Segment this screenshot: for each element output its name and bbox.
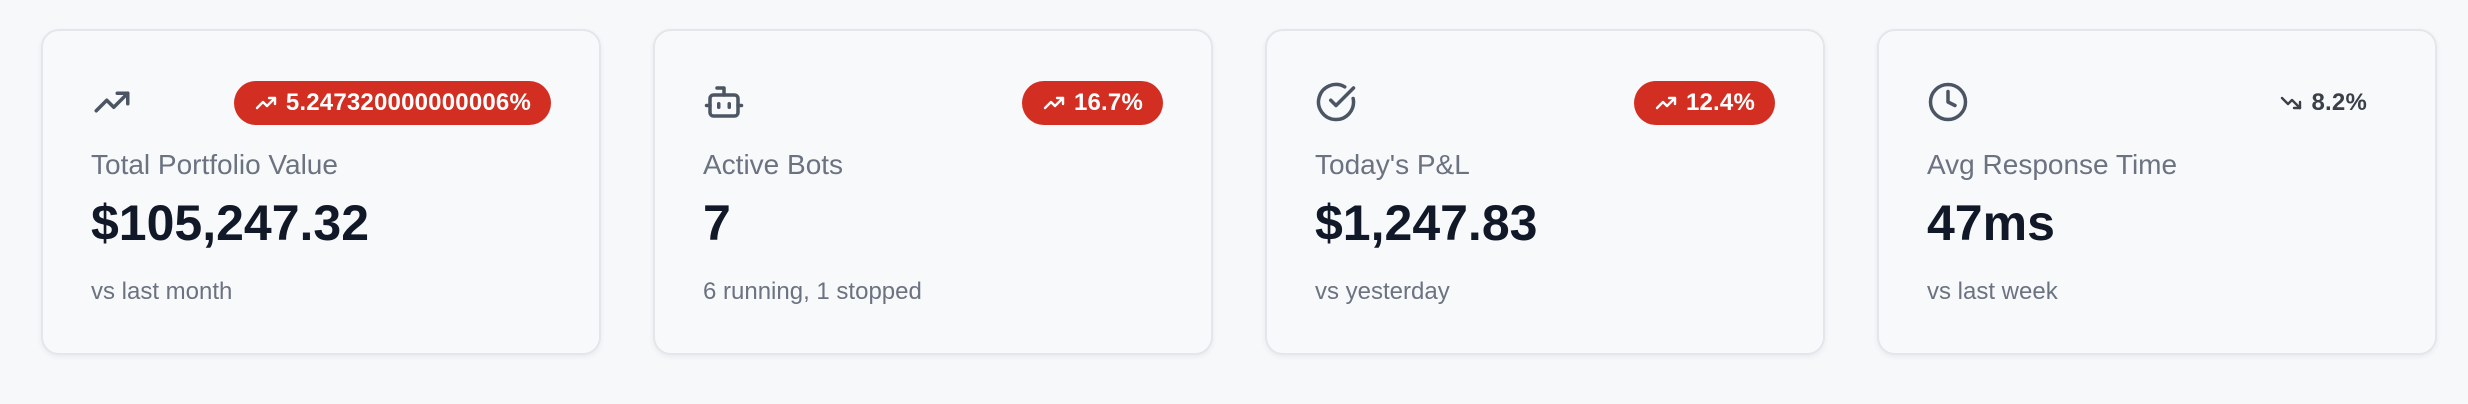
change-badge-text: 5.247320000000006% xyxy=(285,89,531,116)
check-circle-icon xyxy=(1315,81,1357,123)
change-badge: 16.7% xyxy=(1021,81,1163,125)
trending-down-icon xyxy=(2281,96,2302,110)
stat-subtext: 6 running, 1 stopped xyxy=(703,278,922,305)
stat-card-active-bots: 16.7% Active Bots 7 6 running, 1 stopped xyxy=(653,29,1213,355)
stat-label: Active Bots xyxy=(703,149,844,180)
stat-value: 47ms xyxy=(1927,195,2055,251)
change-badge: 5.247320000000006% xyxy=(233,81,551,125)
trending-up-icon xyxy=(1655,96,1677,110)
trending-up-icon xyxy=(255,96,277,110)
stat-label: Avg Response Time xyxy=(1927,149,2178,180)
clock-icon xyxy=(1927,81,1969,123)
stat-value: $105,247.32 xyxy=(91,195,370,251)
change-badge: 12.4% xyxy=(1633,81,1775,125)
stat-card-avg-response-time: 8.2% Avg Response Time 47ms vs last week xyxy=(1877,29,2437,355)
change-badge-text: 12.4% xyxy=(1685,89,1755,116)
trending-up-icon xyxy=(1043,96,1065,110)
stats-cards-row: 5.247320000000006% Total Portfolio Value… xyxy=(0,0,2468,404)
stat-subtext: vs last week xyxy=(1927,278,2058,305)
change-badge-text: 16.7% xyxy=(1073,89,1143,116)
change-badge-text: 8.2% xyxy=(2311,89,2367,116)
stat-label: Today's P&L xyxy=(1315,149,1470,180)
stat-card-todays-pnl: 12.4% Today's P&L $1,247.83 vs yesterday xyxy=(1265,29,1825,355)
stat-subtext: vs last month xyxy=(91,278,233,305)
stat-card-portfolio-value: 5.247320000000006% Total Portfolio Value… xyxy=(41,29,601,355)
stat-subtext: vs yesterday xyxy=(1315,278,1450,305)
stat-value: 7 xyxy=(703,195,731,251)
change-badge: 8.2% xyxy=(2279,81,2387,125)
trending-up-icon xyxy=(91,81,133,123)
stat-value: $1,247.83 xyxy=(1315,195,1538,251)
bot-icon xyxy=(703,81,745,123)
stat-label: Total Portfolio Value xyxy=(91,149,338,180)
